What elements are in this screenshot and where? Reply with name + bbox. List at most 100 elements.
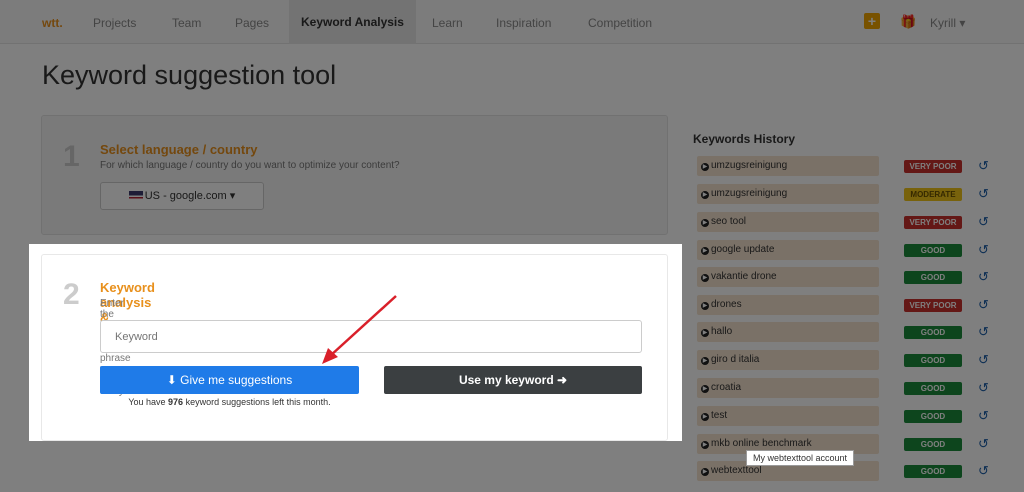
score-badge: GOOD [904, 271, 962, 284]
history-keyword: giro d italia [711, 354, 760, 365]
give-suggestions-button[interactable]: ⬇︎ Give me suggestions [100, 366, 359, 394]
nav-projects[interactable]: Projects [93, 16, 136, 30]
history-row: ▶ drones VERY POOR ↺ [697, 295, 997, 315]
circle-arrow-icon: ▶ [701, 219, 709, 227]
history-row: ▶ test GOOD ↺ [697, 406, 997, 426]
circle-arrow-icon: ▶ [701, 329, 709, 337]
step1-number: 1 [63, 140, 80, 173]
circle-arrow-icon: ▶ [701, 163, 709, 171]
us-flag-icon [128, 191, 143, 200]
nav-inspiration[interactable]: Inspiration [496, 16, 551, 30]
nav-competition[interactable]: Competition [588, 16, 652, 30]
account-tooltip: My webtexttool account [746, 450, 855, 466]
history-keyword-link[interactable]: ▶ test [697, 406, 879, 426]
history-row: ▶ seo tool VERY POOR ↺ [697, 212, 997, 232]
nav-pages[interactable]: Pages [235, 16, 269, 30]
redo-icon[interactable]: ↺ [978, 324, 989, 340]
suggestions-count: 976 [168, 397, 184, 407]
history-keyword-link[interactable]: ▶ giro d italia [697, 350, 879, 370]
redo-icon[interactable]: ↺ [978, 242, 989, 258]
suggestions-left-note: You have 976 keyword suggestions left th… [100, 397, 359, 407]
history-row: ▶ vakantie drone GOOD ↺ [697, 267, 997, 287]
redo-icon[interactable]: ↺ [978, 408, 989, 424]
circle-down-icon: ⬇︎ [166, 373, 177, 387]
circle-arrow-icon: ▶ [701, 302, 709, 310]
circle-arrow-icon: ▶ [701, 441, 709, 449]
history-keyword: test [711, 410, 728, 421]
history-keyword: seo tool [711, 216, 747, 227]
pointer-arrow-icon [322, 295, 397, 364]
circle-arrow-icon: ▶ [701, 468, 709, 476]
score-badge: GOOD [904, 410, 962, 423]
note-prefix: You have [128, 397, 169, 407]
history-keyword-link[interactable]: ▶ google update [697, 240, 879, 260]
circle-arrow-icon: ▶ [701, 385, 709, 393]
history-keyword-link[interactable]: ▶ croatia [697, 378, 879, 398]
redo-icon[interactable]: ↺ [978, 463, 989, 479]
redo-icon[interactable]: ↺ [978, 380, 989, 396]
history-row: ▶ croatia GOOD ↺ [697, 378, 997, 398]
score-badge: GOOD [904, 438, 962, 451]
history-keyword: google update [711, 244, 775, 255]
step1-subtitle: For which language / country do you want… [100, 160, 400, 171]
redo-icon[interactable]: ↺ [978, 436, 989, 452]
score-badge: GOOD [904, 465, 962, 478]
step1-title: Select language / country [100, 142, 258, 157]
history-keyword: webtexttool [711, 465, 762, 476]
redo-icon[interactable]: ↺ [978, 297, 989, 313]
circle-arrow-icon: ▶ [701, 247, 709, 255]
use-keyword-label: Use my keyword [458, 373, 554, 387]
score-badge: VERY POOR [904, 160, 962, 173]
history-keyword-link[interactable]: ▶ drones [697, 295, 879, 315]
use-keyword-button[interactable]: Use my keyword ➜ [384, 366, 642, 394]
history-row: ▶ umzugsreinigung VERY POOR ↺ [697, 156, 997, 176]
step1-panel [41, 115, 668, 235]
plus-icon[interactable]: + [864, 13, 880, 29]
gift-icon[interactable]: 🎁 [900, 14, 916, 30]
history-row: ▶ giro d italia GOOD ↺ [697, 350, 997, 370]
history-keyword: umzugsreinigung [711, 188, 788, 199]
history-keyword: drones [711, 299, 742, 310]
history-row: ▶ hallo GOOD ↺ [697, 322, 997, 342]
history-keyword-link[interactable]: ▶ umzugsreinigung [697, 156, 879, 176]
step2-number: 2 [63, 278, 80, 311]
redo-icon[interactable]: ↺ [978, 269, 989, 285]
history-keyword: mkb online benchmark [711, 438, 812, 449]
history-keyword-link[interactable]: ▶ hallo [697, 322, 879, 342]
score-badge: MODERATE [904, 188, 962, 201]
score-badge: GOOD [904, 382, 962, 395]
top-nav: wtt. Projects Team Pages Keyword Analysi… [0, 0, 1024, 44]
circle-arrow-icon: ▶ [701, 413, 709, 421]
history-row: ▶ google update GOOD ↺ [697, 240, 997, 260]
circle-arrow-icon: ▶ [701, 191, 709, 199]
history-title: Keywords History [693, 132, 796, 146]
history-keyword-link[interactable]: ▶ seo tool [697, 212, 879, 232]
circle-arrow-icon: ▶ [701, 357, 709, 365]
nav-learn[interactable]: Learn [432, 16, 463, 30]
redo-icon[interactable]: ↺ [978, 186, 989, 202]
note-suffix: keyword suggestions left this month. [183, 397, 331, 407]
language-dropdown[interactable]: US - google.com ▾ [100, 182, 264, 210]
score-badge: GOOD [904, 354, 962, 367]
score-badge: VERY POOR [904, 299, 962, 312]
history-keyword: umzugsreinigung [711, 160, 788, 171]
give-suggestions-label: Give me suggestions [180, 373, 293, 387]
user-menu[interactable]: Kyrill ▾ [930, 16, 965, 30]
history-keyword-link[interactable]: ▶ umzugsreinigung [697, 184, 879, 204]
score-badge: GOOD [904, 326, 962, 339]
history-keyword: croatia [711, 382, 742, 393]
nav-team[interactable]: Team [172, 16, 201, 30]
logo[interactable]: wtt. [42, 16, 63, 30]
redo-icon[interactable]: ↺ [978, 214, 989, 230]
redo-icon[interactable]: ↺ [978, 352, 989, 368]
history-row: ▶ umzugsreinigung MODERATE ↺ [697, 184, 997, 204]
circle-arrow-icon: ▶ [701, 274, 709, 282]
score-badge: VERY POOR [904, 216, 962, 229]
page-title: Keyword suggestion tool [42, 60, 337, 90]
score-badge: GOOD [904, 244, 962, 257]
nav-keyword-analysis[interactable]: Keyword Analysis [289, 0, 416, 44]
history-keyword: hallo [711, 326, 733, 337]
history-keyword: vakantie drone [711, 271, 777, 282]
redo-icon[interactable]: ↺ [978, 158, 989, 174]
history-keyword-link[interactable]: ▶ vakantie drone [697, 267, 879, 287]
